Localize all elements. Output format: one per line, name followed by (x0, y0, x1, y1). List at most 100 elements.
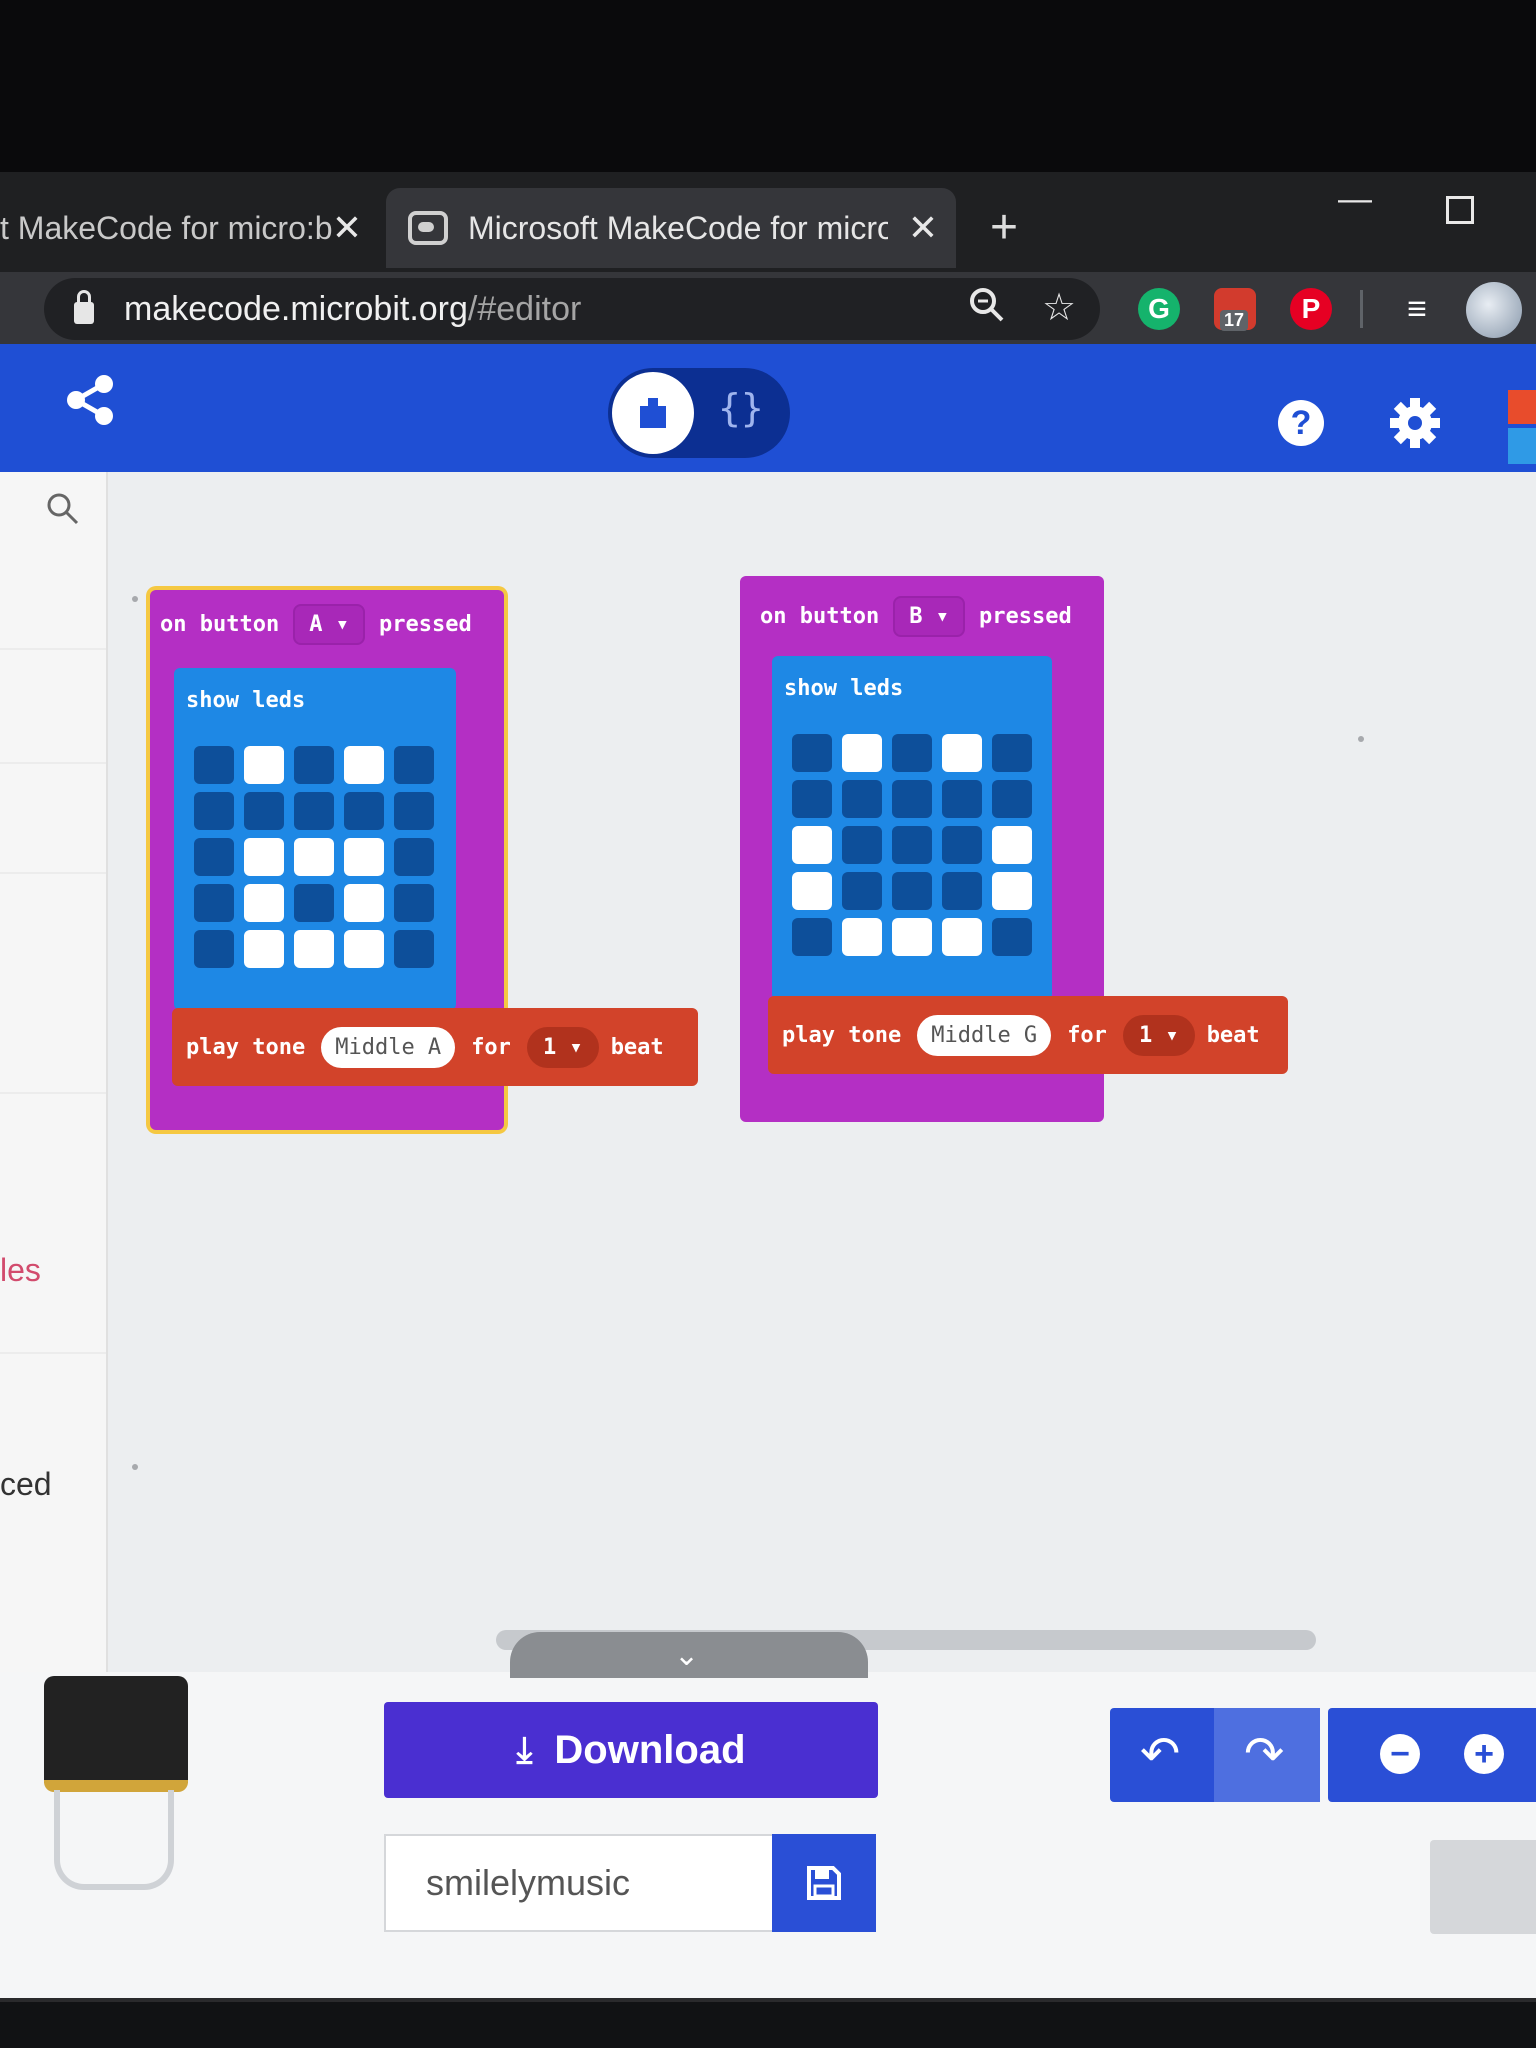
profile-avatar[interactable] (1466, 282, 1522, 338)
pinterest-extension-icon[interactable]: P (1290, 288, 1332, 330)
led-cell[interactable] (892, 826, 932, 864)
project-name-input[interactable]: smilelymusic (384, 1834, 774, 1932)
led-cell[interactable] (344, 792, 384, 830)
led-cell[interactable] (294, 930, 334, 968)
show-leds-block[interactable]: show leds (772, 656, 1052, 1000)
beats-dropdown[interactable]: 1 ▾ (526, 1026, 599, 1068)
led-cell[interactable] (244, 746, 284, 784)
play-tone-block[interactable]: play tone Middle A for 1 ▾ beat (172, 1008, 698, 1086)
led-cell[interactable] (394, 884, 434, 922)
led-cell[interactable] (344, 884, 384, 922)
led-cell[interactable] (244, 884, 284, 922)
close-icon[interactable]: ✕ (332, 207, 362, 249)
toolbox-category-advanced[interactable]: ced (0, 1466, 52, 1503)
led-cell[interactable] (992, 918, 1032, 956)
led-cell[interactable] (194, 792, 234, 830)
led-cell[interactable] (394, 792, 434, 830)
blocks-mode-icon[interactable] (612, 372, 694, 454)
led-cell[interactable] (394, 746, 434, 784)
led-cell[interactable] (294, 838, 334, 876)
led-cell[interactable] (792, 918, 832, 956)
led-cell[interactable] (344, 838, 384, 876)
led-cell[interactable] (842, 780, 882, 818)
led-cell[interactable] (842, 918, 882, 956)
play-tone-block[interactable]: play tone Middle G for 1 ▾ beat (768, 996, 1288, 1074)
led-cell[interactable] (942, 780, 982, 818)
toolbar-divider (1360, 290, 1363, 328)
close-icon[interactable]: ✕ (908, 207, 938, 249)
button-dropdown[interactable]: B ▾ (893, 596, 965, 637)
maximize-icon[interactable] (1446, 196, 1474, 224)
minimize-icon[interactable]: — (1338, 180, 1372, 219)
led-cell[interactable] (344, 930, 384, 968)
led-cell[interactable] (194, 746, 234, 784)
undo-icon[interactable]: ↶ (1140, 1726, 1180, 1782)
browser-tab-1[interactable]: t MakeCode for micro:b ✕ (0, 188, 380, 268)
led-cell[interactable] (892, 872, 932, 910)
show-leds-block[interactable]: show leds (174, 668, 456, 1010)
gear-icon[interactable] (1388, 396, 1442, 450)
microbit-simulator-thumbnail[interactable] (44, 1676, 188, 1792)
led-cell[interactable] (842, 872, 882, 910)
led-cell[interactable] (942, 734, 982, 772)
led-cell[interactable] (992, 826, 1032, 864)
led-cell[interactable] (992, 780, 1032, 818)
usb-cable-graphic (54, 1790, 174, 1890)
help-icon[interactable]: ? (1278, 400, 1324, 446)
led-cell[interactable] (194, 930, 234, 968)
led-cell[interactable] (942, 918, 982, 956)
grammarly-extension-icon[interactable]: G (1138, 288, 1180, 330)
led-cell[interactable] (194, 838, 234, 876)
event-prefix: on button (760, 604, 880, 629)
led-cell[interactable] (892, 734, 932, 772)
zoom-in-icon[interactable]: + (1464, 1734, 1504, 1774)
led-cell[interactable] (792, 872, 832, 910)
led-cell[interactable] (992, 734, 1032, 772)
address-bar[interactable]: makecode.microbit.org/#editor (44, 278, 1100, 340)
led-cell[interactable] (244, 792, 284, 830)
save-button[interactable] (772, 1834, 876, 1932)
led-cell[interactable] (244, 930, 284, 968)
new-tab-button[interactable]: + (990, 200, 1018, 255)
led-cell[interactable] (792, 780, 832, 818)
editor-mode-toggle: {} (608, 368, 790, 458)
share-icon[interactable] (64, 374, 116, 426)
led-cell[interactable] (842, 826, 882, 864)
note-picker[interactable]: Middle G (917, 1014, 1052, 1056)
button-dropdown[interactable]: A ▾ (293, 604, 365, 645)
led-cell[interactable] (892, 918, 932, 956)
led-cell[interactable] (294, 792, 334, 830)
led-cell[interactable] (942, 872, 982, 910)
note-picker[interactable]: Middle A (321, 1026, 456, 1068)
collapse-simulator-tab[interactable]: ⌄ (510, 1632, 868, 1678)
led-cell[interactable] (792, 826, 832, 864)
calendar-extension-icon[interactable]: 17 (1214, 288, 1256, 331)
media-list-icon[interactable]: ≡ (1396, 288, 1438, 330)
led-cell[interactable] (294, 884, 334, 922)
redo-button[interactable]: ↷ (1214, 1708, 1320, 1802)
led-cell[interactable] (394, 838, 434, 876)
bookmark-star-icon[interactable]: ☆ (1042, 286, 1076, 330)
led-cell[interactable] (194, 884, 234, 922)
led-cell[interactable] (244, 838, 284, 876)
led-cell[interactable] (842, 734, 882, 772)
led-cell[interactable] (992, 872, 1032, 910)
led-cell[interactable] (344, 746, 384, 784)
led-cell[interactable] (294, 746, 334, 784)
screenshot-button[interactable] (1430, 1840, 1536, 1934)
led-cell[interactable] (942, 826, 982, 864)
toolbox-category-variables[interactable]: les (0, 1252, 41, 1289)
download-button[interactable]: ⤓ Download (384, 1702, 878, 1798)
led-grid (792, 734, 1032, 956)
toolbox-divider (0, 872, 106, 874)
led-cell[interactable] (394, 930, 434, 968)
beats-dropdown[interactable]: 1 ▾ (1122, 1014, 1195, 1056)
show-leds-label: show leds (784, 676, 904, 701)
zoom-icon[interactable] (968, 286, 1006, 324)
javascript-mode-icon[interactable]: {} (718, 386, 764, 430)
search-icon[interactable] (46, 492, 80, 526)
led-cell[interactable] (892, 780, 932, 818)
browser-tab-2[interactable]: Microsoft MakeCode for micro:b ✕ (386, 188, 956, 268)
zoom-out-icon[interactable]: − (1380, 1734, 1420, 1774)
led-cell[interactable] (792, 734, 832, 772)
